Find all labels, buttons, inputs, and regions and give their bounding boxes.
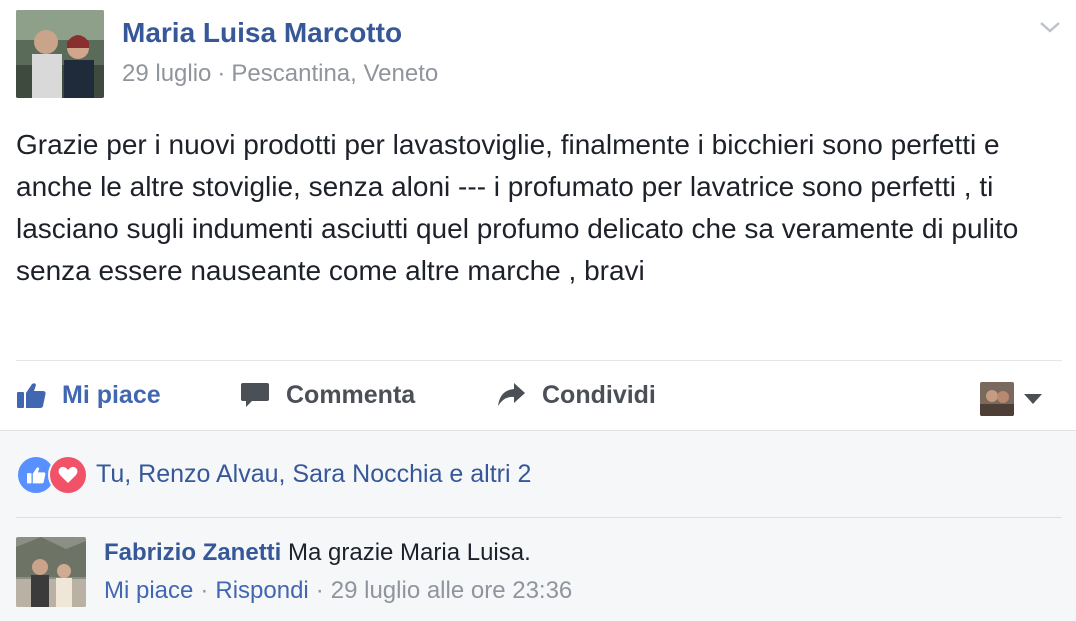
thumbs-up-icon: [17, 383, 46, 408]
comment-separator: ·: [200, 577, 209, 604]
reactions-names[interactable]: Tu, Renzo Alvau, Sara Nocchia e altri 2: [96, 460, 531, 489]
share-arrow-icon: [498, 383, 525, 406]
reaction-as-selector[interactable]: [980, 382, 1042, 416]
feedback-section: Tu, Renzo Alvau, Sara Nocchia e altri 2 …: [0, 430, 1076, 621]
reaction-icons: [16, 455, 88, 495]
post-meta: 29 luglio · Pescantina, Veneto: [122, 60, 438, 88]
post-actions: Mi piace Commenta Condividi: [0, 370, 1076, 420]
love-reaction-icon: [48, 455, 88, 495]
comment-timestamp[interactable]: 29 luglio alle ore 23:36: [331, 577, 573, 604]
meta-separator: ·: [217, 60, 226, 87]
divider: [16, 360, 1062, 361]
reactions-summary[interactable]: Tu, Renzo Alvau, Sara Nocchia e altri 2: [16, 455, 531, 495]
comment-reply-link[interactable]: Rispondi: [215, 577, 308, 604]
author-avatar[interactable]: [16, 10, 104, 98]
like-label: Mi piace: [62, 380, 161, 409]
comment-content: Fabrizio Zanetti Ma grazie Maria Luisa.: [104, 539, 531, 567]
comment-separator: ·: [315, 577, 324, 604]
comment-text: Ma grazie Maria Luisa.: [288, 539, 531, 566]
post-location[interactable]: Pescantina, Veneto: [231, 60, 438, 87]
post-text: Grazie per i nuovi prodotti per lavastov…: [16, 129, 1019, 286]
post-author-name[interactable]: Maria Luisa Marcotto: [122, 17, 402, 49]
viewer-avatar: [980, 382, 1014, 416]
comment-author-name[interactable]: Fabrizio Zanetti: [104, 539, 281, 566]
comment-like-link[interactable]: Mi piace: [104, 577, 193, 604]
chevron-down-icon[interactable]: [1038, 18, 1062, 36]
divider: [16, 517, 1062, 518]
share-button[interactable]: Condividi: [496, 370, 656, 420]
dropdown-triangle-icon: [1024, 394, 1042, 404]
comment-label: Commenta: [286, 380, 416, 409]
comment-author-avatar[interactable]: [16, 537, 86, 607]
like-button[interactable]: Mi piace: [16, 370, 161, 420]
comment-actions: Mi piace · Rispondi · 29 luglio alle ore 23:…: [104, 577, 572, 605]
share-label: Condividi: [542, 380, 656, 409]
comment-button[interactable]: Commenta: [240, 370, 415, 420]
post-card: Maria Luisa Marcotto 29 luglio · Pescantin…: [0, 0, 1076, 430]
comment-bubble-icon: [241, 383, 269, 407]
post-date[interactable]: 29 luglio: [122, 60, 211, 87]
